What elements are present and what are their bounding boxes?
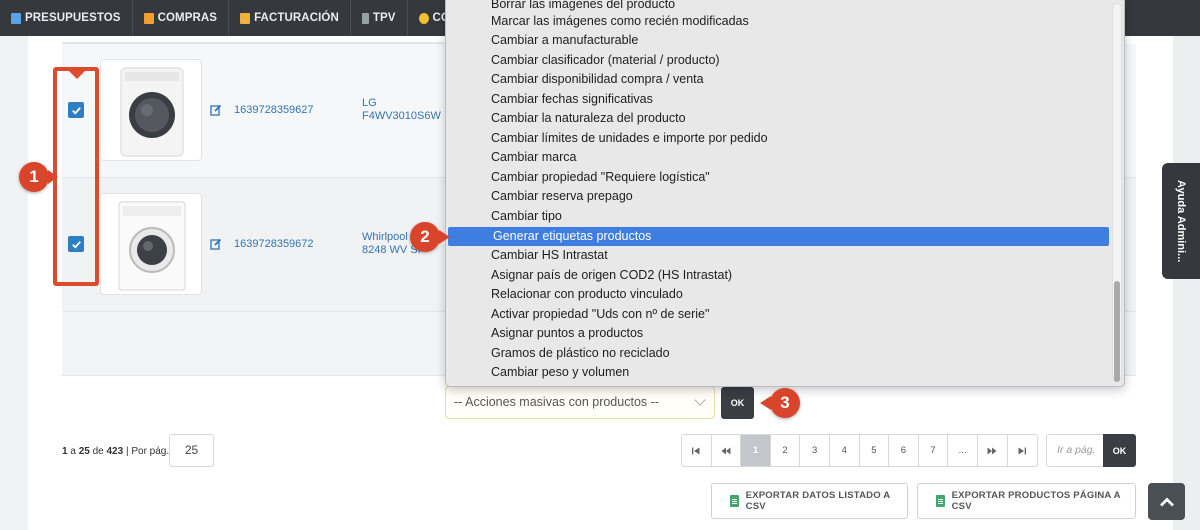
annotation-badge-2: 2 xyxy=(410,222,450,252)
export-listado-csv-button[interactable]: EXPORTAR DATOS LISTADO A CSV xyxy=(711,483,908,519)
csv-file-icon xyxy=(936,495,945,507)
nav-label: TPV xyxy=(372,12,396,24)
pagination-summary: 1 a 25 de 423 | Por pág. xyxy=(62,446,169,457)
nav-tpv[interactable]: TPV xyxy=(351,0,408,36)
dropdown-scrollbar-thumb[interactable] xyxy=(1114,281,1120,382)
product-code-link[interactable]: 1639728359672 xyxy=(234,238,314,250)
badge-number: 1 xyxy=(29,167,39,186)
page-button[interactable]: 7 xyxy=(919,435,949,466)
badge-number: 3 xyxy=(780,393,790,412)
range-sep-de: de xyxy=(92,446,104,457)
page-button[interactable]: 2 xyxy=(771,435,801,466)
dropdown-option[interactable]: Cambiar fechas significativas xyxy=(446,90,1109,109)
first-page-icon[interactable] xyxy=(682,435,712,466)
scroll-to-top-button[interactable] xyxy=(1148,483,1185,520)
nav-facturacion[interactable]: FACTURACIÓN xyxy=(229,0,351,36)
page-ellipsis[interactable]: ... xyxy=(948,435,978,466)
edit-icon[interactable] xyxy=(210,238,222,250)
export-label: EXPORTAR DATOS LISTADO A CSV xyxy=(745,490,890,512)
nav-label: PRESUPUESTOS xyxy=(25,12,121,24)
product-model-link[interactable]: LG F4WV3010S6W xyxy=(362,97,444,123)
edit-icon[interactable] xyxy=(210,104,222,116)
basket-icon xyxy=(143,12,154,24)
washing-machine-image xyxy=(120,67,184,157)
dropdown-option[interactable]: Cambiar disponibilidad compra / venta xyxy=(446,70,1109,89)
csv-file-icon xyxy=(730,495,739,507)
product-thumbnail[interactable] xyxy=(100,59,202,161)
dropdown-option[interactable]: Asignar puntos a productos xyxy=(446,324,1109,343)
export-pagina-csv-button[interactable]: EXPORTAR PRODUCTOS PÁGINA A CSV xyxy=(917,483,1136,519)
page-scrollbar-strip xyxy=(1173,36,1200,530)
dropdown-option[interactable]: Activar propiedad "Uds con nº de serie" xyxy=(446,305,1109,324)
page-button[interactable]: 1 xyxy=(741,435,771,466)
help-admin-tab[interactable]: Ayuda Admini... xyxy=(1162,163,1200,279)
goto-page-input[interactable]: Ir a pág. xyxy=(1046,434,1104,467)
per-page-label: | Por pág. xyxy=(125,446,170,457)
dropdown-option[interactable]: Cambiar reserva prepago xyxy=(446,187,1109,206)
select-value: -- Acciones masivas con productos -- xyxy=(454,395,659,409)
pagination-controls: 1 2 3 4 5 6 7 ... xyxy=(681,434,1039,467)
dropdown-option[interactable]: Cambiar a manufacturable xyxy=(446,31,1109,50)
mass-actions-select[interactable]: -- Acciones masivas con productos -- xyxy=(445,386,715,419)
annotation-badge-3: 3 xyxy=(760,388,800,418)
next-pages-icon[interactable] xyxy=(978,435,1008,466)
range-sep-a: a xyxy=(70,446,76,457)
page-button[interactable]: 5 xyxy=(860,435,890,466)
prev-pages-icon[interactable] xyxy=(712,435,742,466)
nav-label: FACTURACIÓN xyxy=(254,12,339,24)
dropdown-option[interactable]: Cambiar propiedad "Requiere logística" xyxy=(446,168,1109,187)
dropdown-option-selected[interactable]: Generar etiquetas productos xyxy=(448,227,1109,246)
chevron-down-icon xyxy=(694,394,706,406)
page-button[interactable]: 6 xyxy=(889,435,919,466)
pos-terminal-icon xyxy=(361,12,369,24)
per-page-input[interactable]: 25 xyxy=(169,434,214,467)
nav-presupuestos[interactable]: PRESUPUESTOS xyxy=(0,0,133,36)
page-button[interactable]: 3 xyxy=(800,435,830,466)
range-total: 423 xyxy=(106,446,124,457)
dropdown-option[interactable]: Cambiar la naturaleza del producto xyxy=(446,109,1109,128)
goto-page-ok-button[interactable]: OK xyxy=(1103,434,1136,467)
dropdown-option[interactable]: Asignar país de origen COD2 (HS Intrasta… xyxy=(446,266,1109,285)
dropdown-option[interactable]: Cambiar tipo xyxy=(446,207,1109,226)
dropdown-option[interactable]: Cambiar clasificador (material / product… xyxy=(446,51,1109,70)
badge-pointer xyxy=(439,230,450,244)
mass-actions-ok-button[interactable]: OK xyxy=(721,387,754,419)
badge-pointer xyxy=(760,396,771,410)
page-button[interactable]: 4 xyxy=(830,435,860,466)
annotation-notch xyxy=(69,71,85,79)
range-to: 25 xyxy=(78,446,90,457)
dropdown-option[interactable]: Relacionar con producto vinculado xyxy=(446,285,1109,304)
dropdown-option[interactable]: Cambiar marca xyxy=(446,148,1109,167)
dropdown-option[interactable]: Gramos de plástico no reciclado xyxy=(446,344,1109,363)
badge-pointer xyxy=(48,170,58,184)
mass-actions-dropdown-list[interactable]: Borrar las imágenes del producto Marcar … xyxy=(445,0,1125,387)
nav-label: COMPRAS xyxy=(157,12,218,24)
last-page-icon[interactable] xyxy=(1008,435,1038,466)
annotation-badge-1: 1 xyxy=(19,162,58,192)
chevron-up-icon xyxy=(1159,497,1174,506)
ok-label: OK xyxy=(730,398,745,408)
export-label: EXPORTAR PRODUCTOS PÁGINA A CSV xyxy=(951,490,1121,512)
coins-icon xyxy=(418,12,429,24)
product-thumbnail[interactable] xyxy=(100,193,202,295)
model-line: LG xyxy=(362,97,377,109)
dropdown-option[interactable]: Marcar las imágenes como recién modifica… xyxy=(446,12,1109,31)
range-from: 1 xyxy=(62,446,68,457)
dropdown-option[interactable]: Cambiar HS Intrastat xyxy=(446,246,1109,265)
ok-label: OK xyxy=(1112,445,1127,456)
annotation-frame-checkboxes xyxy=(53,67,99,286)
document-icon xyxy=(11,12,21,24)
help-tab-label: Ayuda Admini... xyxy=(1175,179,1187,263)
washing-machine-image xyxy=(118,201,186,291)
badge-number: 2 xyxy=(420,227,430,246)
dropdown-option[interactable]: Cambiar límites de unidades e importe po… xyxy=(446,129,1109,148)
model-line: F4WV3010S6W xyxy=(362,110,441,122)
nav-compras[interactable]: COMPRAS xyxy=(133,0,230,36)
invoice-icon xyxy=(240,12,251,24)
product-code-link[interactable]: 1639728359627 xyxy=(234,104,314,116)
dropdown-option[interactable]: Cambiar peso y volumen xyxy=(446,363,1109,382)
